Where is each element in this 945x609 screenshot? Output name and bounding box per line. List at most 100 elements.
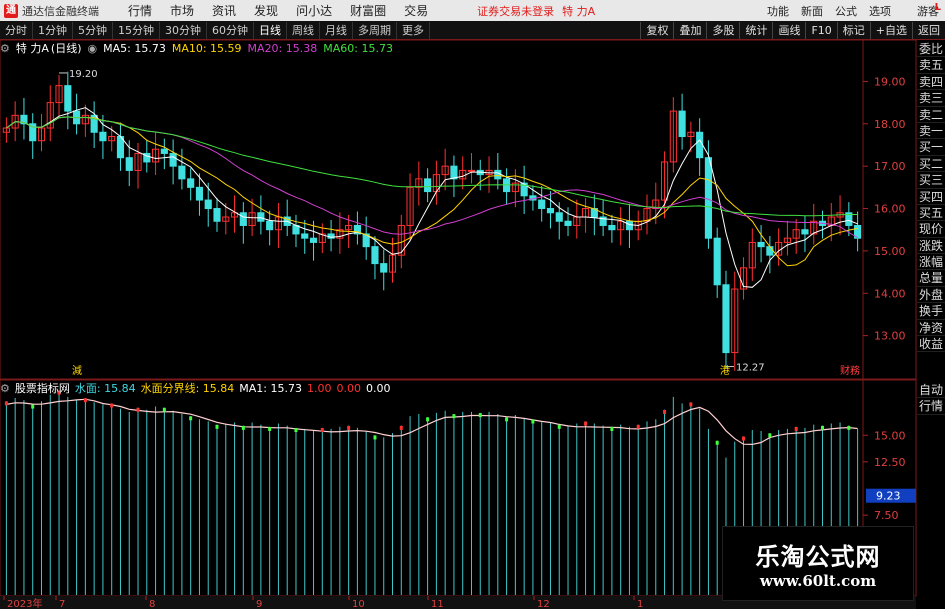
- candle-body: [371, 246, 379, 265]
- x-tick-label: 7: [59, 599, 65, 609]
- ma60-label: MA60: 15.73: [323, 41, 393, 55]
- candle-body: [450, 165, 458, 180]
- candle-body: [713, 237, 721, 286]
- side-panel-item[interactable]: 买一: [917, 139, 945, 156]
- indicator-signal-dot: [452, 414, 456, 419]
- side-panel-item[interactable]: 收益: [917, 336, 945, 353]
- side-panel-item[interactable]: 买三: [917, 172, 945, 189]
- indicator-signal-dot: [399, 425, 403, 430]
- indicator-signal-dot: [294, 428, 298, 433]
- indicator-signal-dot: [241, 425, 245, 430]
- side-panel-item[interactable]: 卖二: [917, 107, 945, 123]
- side-panel-item[interactable]: 买四: [917, 189, 945, 205]
- side-panel2-item[interactable]: 行情: [917, 398, 945, 415]
- price-frame: [0, 39, 917, 380]
- settings-icon[interactable]: ◉: [88, 42, 98, 55]
- candle-body: [722, 284, 730, 354]
- indicator-signal-dot: [663, 409, 667, 414]
- price-tick-label: 18.00: [874, 118, 906, 131]
- candle-body: [99, 131, 107, 142]
- side-panel-item[interactable]: 卖三: [917, 90, 945, 107]
- indicator-name[interactable]: 股票指标网: [15, 380, 70, 396]
- candle-body: [467, 169, 476, 172]
- candle-body: [195, 186, 204, 201]
- side-panel-item[interactable]: 换手: [917, 303, 945, 320]
- indicator-signal-dot: [847, 425, 851, 430]
- indicator-signal-dot: [584, 421, 588, 426]
- ma-legend: ⚙ 特 力A (日线) ◉ MA5: 15.73 MA10: 15.59 MA2…: [0, 41, 399, 56]
- candle-body: [494, 169, 502, 180]
- side-panel-item[interactable]: 涨幅: [917, 254, 945, 271]
- candle-body: [801, 229, 809, 235]
- x-tick-label: 1: [637, 599, 643, 609]
- side-panel-item[interactable]: 卖五: [917, 57, 945, 74]
- candle-body: [696, 131, 704, 159]
- v3-label: 0.00: [366, 381, 391, 395]
- x-tick-label: 2023年: [7, 597, 42, 609]
- indicator-tick-label: 7.50: [874, 509, 899, 522]
- water-line-label: 水面分界线: 15.84: [140, 382, 235, 395]
- x-tick-label: 9: [256, 599, 262, 609]
- indicator-signal-dot: [136, 407, 140, 412]
- indicator-value-label: 9.23: [876, 490, 901, 503]
- indicator-signal-dot: [347, 425, 351, 430]
- watermark-title: 乐淘公式网: [755, 543, 881, 571]
- price-tick-label: 19.00: [874, 75, 906, 88]
- side-panel-item[interactable]: 买五: [917, 205, 945, 222]
- candle-body: [678, 110, 686, 138]
- candle-body: [555, 212, 563, 222]
- indicator-tick-label: 15.00: [874, 429, 906, 442]
- price-tick-label: 13.00: [874, 330, 906, 343]
- side-panel-item[interactable]: 涨跌: [917, 238, 945, 255]
- indicator-signal-dot: [110, 403, 114, 408]
- ma20-line: [6, 116, 858, 238]
- indicator-signal-dot: [531, 419, 535, 424]
- side-panel-item[interactable]: 现价: [917, 221, 945, 238]
- indicator-signal-dot: [478, 413, 482, 418]
- side-panel-item[interactable]: 委比: [917, 41, 945, 58]
- candle-body: [309, 237, 318, 243]
- side-panel-item[interactable]: 净资: [917, 320, 945, 337]
- event-mark-left: 減: [72, 364, 82, 377]
- candle-body: [608, 224, 616, 231]
- side-panel-item[interactable]: 卖一: [917, 123, 945, 140]
- stock-name-label: 特 力A: [15, 42, 49, 55]
- indicator-signal-dot: [215, 424, 219, 429]
- candle-body: [757, 241, 765, 248]
- indicator-signal-dot: [162, 407, 166, 412]
- kline-chart[interactable]: 19.00 18.00 17.00 16.00 15.00 14.00 13.00 15.00…: [0, 0, 945, 609]
- candle-body: [169, 152, 177, 167]
- candle-body: [64, 85, 72, 112]
- side-panel-item[interactable]: 外盘: [917, 287, 945, 304]
- side-panel-item[interactable]: 买二: [917, 156, 945, 173]
- x-tick-label: 10: [352, 599, 365, 609]
- v2-label: 0.00: [336, 381, 362, 395]
- side-panel2-item[interactable]: 自动: [917, 382, 945, 399]
- indicator-signal-dot: [768, 433, 772, 438]
- ma1-label: MA1: 15.73: [239, 381, 302, 395]
- side-panel-item[interactable]: 总量: [917, 270, 945, 287]
- indicator-signal-dot: [4, 401, 8, 406]
- candle-body: [625, 220, 634, 231]
- water-label: 水面: 15.84: [74, 382, 136, 395]
- gear-icon[interactable]: ⚙: [0, 382, 10, 395]
- ma60-line: [6, 116, 858, 217]
- corner-marker: L: [934, 2, 941, 13]
- ma10-label: MA10: 15.59: [171, 41, 242, 55]
- side-panel-item[interactable]: 卖四: [917, 74, 945, 91]
- ma10-line: [6, 116, 858, 267]
- high-label: 19.20: [69, 69, 98, 80]
- indicator-signal-dot: [83, 398, 87, 403]
- candle-body: [187, 178, 195, 188]
- x-tick-label: 12: [537, 599, 550, 609]
- ma5-label: MA5: 15.73: [103, 41, 166, 55]
- watermark: 乐淘公式网 www.60lt.com: [722, 526, 914, 601]
- candle-body: [204, 199, 212, 210]
- indicator-signal-dot: [320, 428, 324, 433]
- v1-label: 1.00: [307, 381, 332, 395]
- indicator-signal-dot: [557, 424, 561, 429]
- candle-body: [125, 157, 133, 171]
- gear-icon[interactable]: ⚙: [0, 42, 10, 55]
- indicator-signal-dot: [373, 435, 377, 440]
- candle-body: [766, 246, 774, 256]
